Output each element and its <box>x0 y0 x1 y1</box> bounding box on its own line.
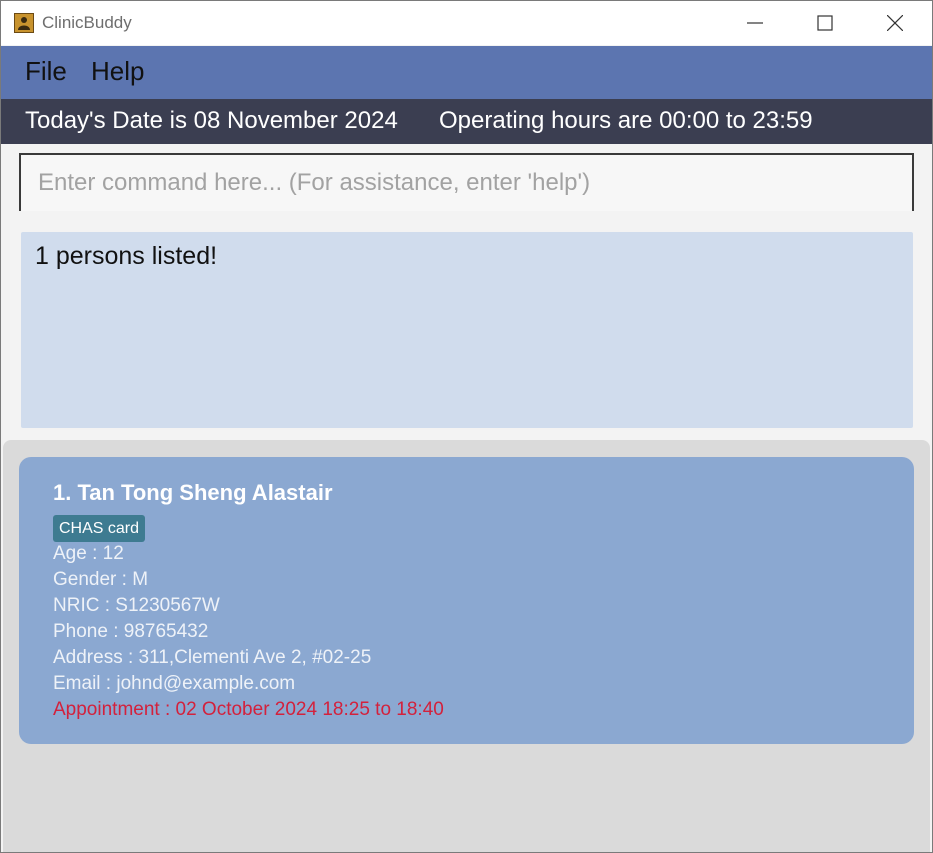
maximize-icon <box>817 15 833 31</box>
result-display: 1 persons listed! <box>21 232 913 428</box>
person-email: Email : johnd@example.com <box>53 673 296 694</box>
person-card[interactable]: 1. Tan Tong Sheng Alastair CHAS card Age… <box>19 457 914 744</box>
person-age: Age : 12 <box>53 543 124 564</box>
operating-hours: Operating hours are 00:00 to 23:59 <box>439 107 813 134</box>
menu-bar: File Help <box>1 46 932 99</box>
person-nric: NRIC : S1230567W <box>53 595 220 616</box>
person-icon <box>14 13 34 33</box>
person-gender: Gender : M <box>53 569 149 590</box>
minimize-button[interactable] <box>725 1 785 45</box>
app-window: ClinicBuddy File Help Today's Date is 08… <box>0 0 933 853</box>
window-title: ClinicBuddy <box>42 13 132 32</box>
result-display-container: 1 persons listed! <box>1 212 932 440</box>
result-message: 1 persons listed! <box>35 242 218 270</box>
command-box-container <box>1 144 932 212</box>
person-phone: Phone : 98765432 <box>53 621 209 642</box>
person-name: 1. Tan Tong Sheng Alastair <box>53 480 333 505</box>
close-icon <box>887 15 903 31</box>
minimize-icon <box>747 22 763 24</box>
menu-help[interactable]: Help <box>91 56 144 87</box>
person-tag: CHAS card <box>53 515 146 542</box>
todays-date: Today's Date is 08 November 2024 <box>25 107 398 134</box>
close-button[interactable] <box>865 1 925 45</box>
maximize-button[interactable] <box>795 1 855 45</box>
person-appointment: Appointment : 02 October 2024 18:25 to 1… <box>53 699 444 720</box>
person-address: Address : 311,Clementi Ave 2, #02-25 <box>53 647 372 668</box>
command-input[interactable] <box>19 153 914 211</box>
menu-file[interactable]: File <box>25 56 67 87</box>
person-list-panel[interactable]: 1. Tan Tong Sheng Alastair CHAS card Age… <box>3 440 930 852</box>
status-bar: Today's Date is 08 November 2024 Operati… <box>1 99 932 144</box>
title-bar[interactable]: ClinicBuddy <box>1 1 932 45</box>
